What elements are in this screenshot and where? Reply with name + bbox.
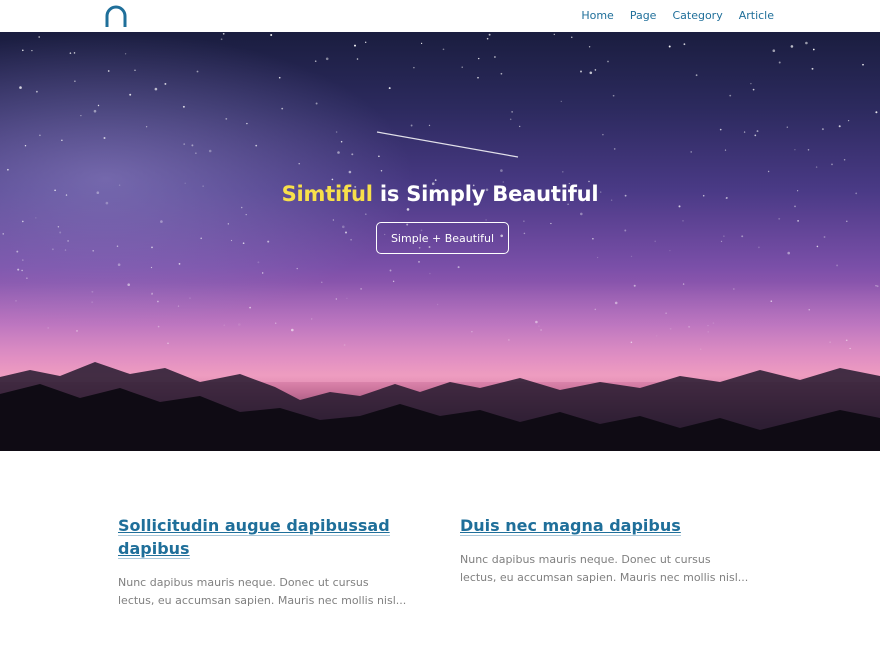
post-card: Sollicitudin augue dapibussad dapibus Nu… [118, 514, 408, 610]
hero-banner: Simtiful is Simply Beautiful Simple + Be… [0, 32, 880, 451]
hero-title-rest: is Simply Beautiful [372, 182, 599, 206]
post-excerpt: Nunc dapibus mauris neque. Donec ut curs… [460, 553, 749, 584]
hero-title-accent: Simtiful [281, 182, 373, 206]
main-nav: Home Page Category Article [565, 0, 774, 32]
nav-article[interactable]: Article [739, 0, 774, 32]
arch-logo-icon[interactable] [104, 5, 128, 27]
site-header: Home Page Category Article [0, 0, 880, 32]
post-list: Sollicitudin augue dapibussad dapibus Nu… [0, 451, 880, 660]
nav-home[interactable]: Home [581, 0, 613, 32]
post-title-link[interactable]: Sollicitudin augue dapibussad dapibus [118, 516, 390, 559]
hero-cta-button[interactable]: Simple + Beautiful [376, 222, 509, 254]
post-card: Duis nec magna dapibus Nunc dapibus maur… [460, 514, 750, 587]
hero-title: Simtiful is Simply Beautiful [0, 182, 880, 206]
nav-page[interactable]: Page [630, 0, 657, 32]
post-excerpt: Nunc dapibus mauris neque. Donec ut curs… [118, 576, 407, 607]
nav-category[interactable]: Category [672, 0, 722, 32]
post-title-link[interactable]: Duis nec magna dapibus [460, 516, 681, 536]
